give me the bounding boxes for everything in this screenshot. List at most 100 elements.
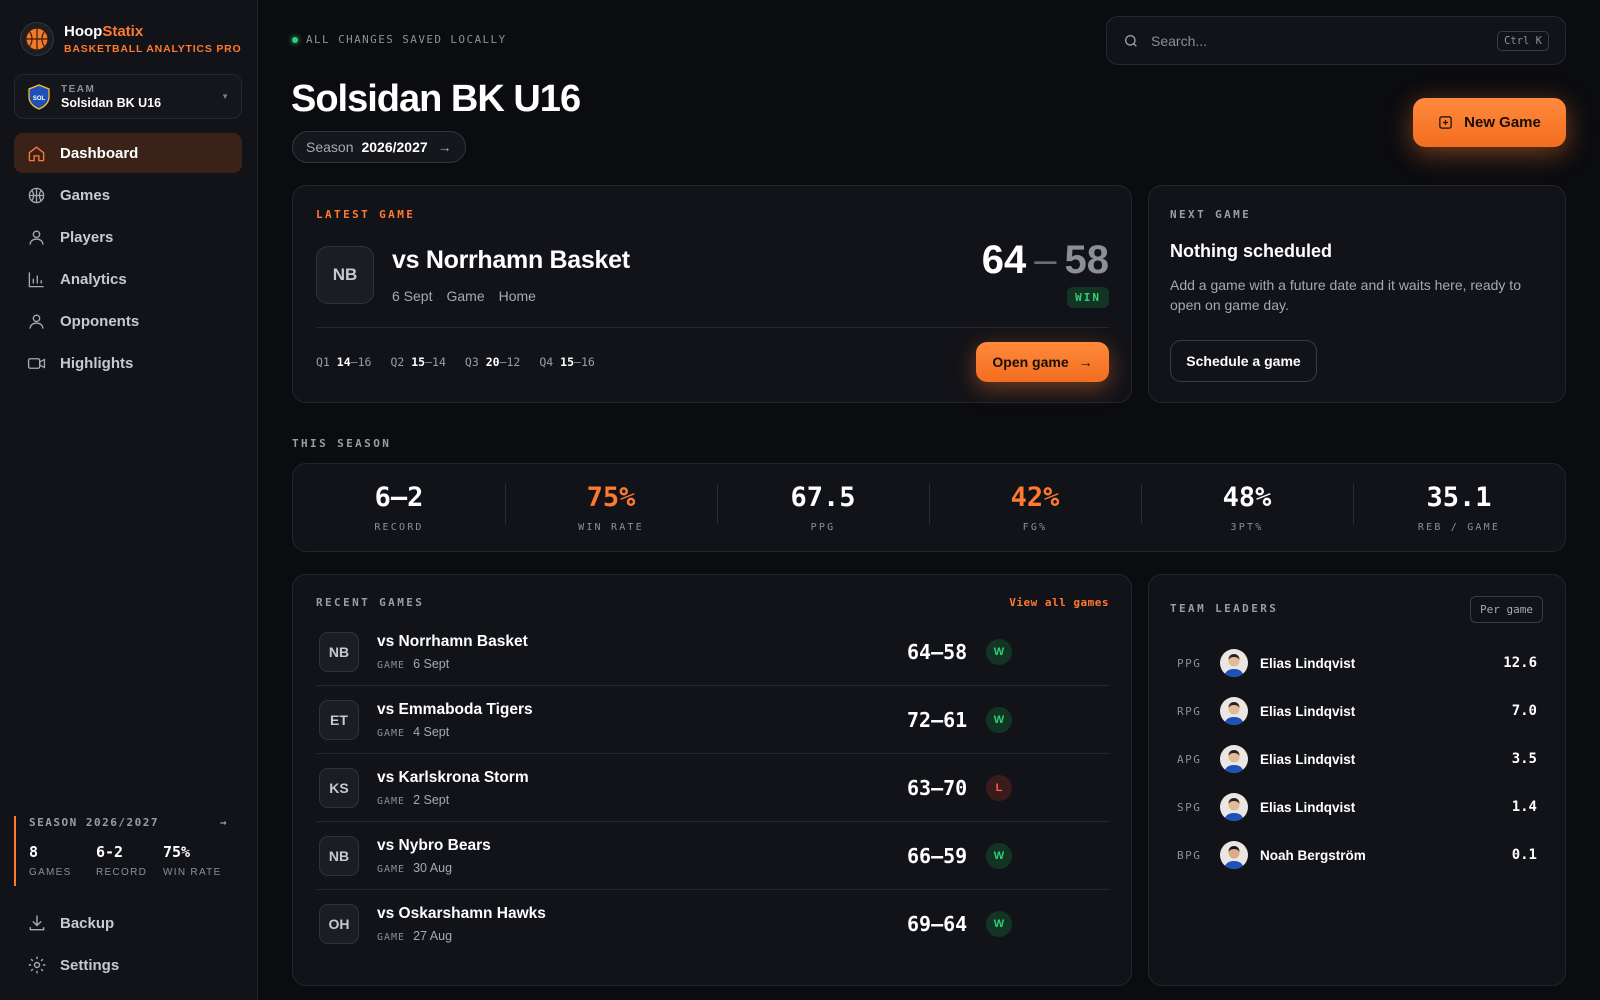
game-score: 64–58 — [907, 639, 968, 664]
leader-stat: APG — [1177, 752, 1202, 766]
leader-row[interactable]: APG Elias Lindqvist 3.5 — [1170, 735, 1543, 783]
team-label: TEAM — [61, 83, 96, 95]
search-bar[interactable]: Ctrl K — [1106, 16, 1566, 65]
status-dot-icon — [292, 36, 298, 43]
nav-item-players[interactable]: Players — [14, 217, 242, 257]
player-avatar — [1220, 649, 1248, 677]
nav-item-highlights[interactable]: Highlights — [14, 343, 242, 383]
nav-item-dashboard[interactable]: Dashboard — [14, 133, 242, 173]
game-meta: GAME 27 Aug — [377, 929, 453, 943]
stat-3pt-pct: 48% 3PT% — [1141, 482, 1353, 533]
game-meta: GAME 6 Sept — [377, 656, 450, 671]
game-opponent: vs Karlskrona Storm — [377, 768, 529, 786]
team-name: Solsidan BK U16 — [61, 95, 162, 110]
team-selector[interactable]: SOL TEAM Solsidan BK U16 ▼ — [14, 74, 242, 119]
leader-row[interactable]: PPG Elias Lindqvist 12.6 — [1170, 639, 1543, 687]
user-icon — [29, 229, 44, 245]
nav-label: Games — [60, 186, 111, 204]
search-input[interactable] — [1151, 32, 1498, 49]
per-game-toggle[interactable]: Per game — [1470, 596, 1543, 623]
next-game-eyebrow: NEXT GAME — [1170, 208, 1252, 221]
nav-label: Dashboard — [60, 144, 139, 162]
latest-game-score: 64 – 58 — [981, 238, 1109, 282]
bar-chart-icon — [28, 271, 44, 287]
chevron-down-icon: ▼ — [221, 92, 229, 101]
game-opponent: vs Oskarshamn Hawks — [377, 905, 546, 922]
next-game-title: Nothing scheduled — [1170, 241, 1332, 261]
nav-label: Highlights — [60, 354, 134, 372]
quarter-score: Q2 15–14 — [390, 355, 446, 369]
divider — [316, 327, 1109, 328]
sidebar-season-card[interactable]: SEASON 2026/2027 → 8 GAMES 6-2 RECORD 75… — [14, 816, 242, 886]
download-icon — [29, 915, 45, 931]
leader-stat: RPG — [1177, 704, 1202, 718]
next-game-description: Add a game with a future date and it wai… — [1170, 277, 1521, 313]
new-game-button[interactable]: New Game — [1413, 98, 1566, 147]
player-avatar — [1220, 793, 1248, 821]
latest-game-card: LATEST GAME NB vs Norrhamn Basket 6 Sept… — [292, 185, 1132, 403]
latest-game-eyebrow: LATEST GAME — [316, 208, 416, 221]
game-row[interactable]: ET vs Emmaboda Tigers GAME 4 Sept 72–61 W — [316, 686, 1109, 754]
sidebar: HoopStatix BASKETBALL ANALYTICS PRO SOL … — [0, 0, 258, 1000]
backup-button[interactable]: Backup — [27, 913, 114, 933]
opponent-avatar: KS — [319, 767, 359, 808]
save-status: ALL CHANGES SAVED LOCALLY — [292, 33, 507, 46]
game-row[interactable]: OH vs Oskarshamn Hawks GAME 27 Aug 69–64 W — [316, 890, 1109, 958]
player-name: Elias Lindqvist — [1260, 703, 1356, 719]
recent-games-list: NB vs Norrhamn Basket GAME 6 Sept 64–58 W … — [316, 618, 1109, 958]
result-badge: W — [986, 842, 1012, 869]
stat-reb-per-game: 35.1 REB / GAME — [1353, 482, 1565, 533]
nav-item-analytics[interactable]: Analytics — [14, 259, 242, 299]
user-icon — [29, 313, 44, 329]
view-all-games-link[interactable]: View all games — [1009, 596, 1109, 609]
nav-item-opponents[interactable]: Opponents — [14, 301, 242, 341]
schedule-game-button[interactable]: Schedule a game — [1170, 340, 1317, 382]
nav-label: Players — [60, 228, 114, 246]
leader-row[interactable]: SPG Elias Lindqvist 1.4 — [1170, 783, 1543, 831]
result-badge: W — [986, 911, 1012, 937]
opponent-avatar: ET — [319, 699, 359, 740]
opponent-avatar: NB — [319, 835, 359, 876]
settings-button[interactable]: Settings — [27, 955, 119, 975]
game-opponent: vs Nybro Bears — [377, 836, 491, 854]
page-title: Solsidan BK U16 — [291, 78, 581, 120]
this-season-label: THIS SEASON — [292, 437, 392, 450]
season-stat-games: 8 GAMES — [29, 843, 72, 878]
arrow-right-icon: → — [219, 816, 228, 829]
game-row[interactable]: NB vs Norrhamn Basket GAME 6 Sept 64–58 W — [316, 618, 1109, 686]
player-avatar — [1220, 697, 1248, 725]
game-meta: GAME 30 Aug — [377, 860, 453, 875]
team-shield-icon: SOL — [28, 83, 50, 110]
nav-label: Analytics — [60, 270, 127, 288]
result-badge: L — [986, 774, 1012, 801]
leader-row[interactable]: RPG Elias Lindqvist 7.0 — [1170, 687, 1543, 735]
brand-subtitle: BASKETBALL ANALYTICS PRO — [64, 43, 242, 55]
basketball-icon — [28, 187, 45, 203]
game-meta: GAME 2 Sept — [377, 792, 450, 807]
season-selector[interactable]: Season 2026/2027 → — [292, 131, 466, 163]
quarter-scores: Q1 14–16 Q2 15–14 Q3 20–12 Q4 15–16 — [316, 355, 595, 369]
game-score: 69–64 — [907, 912, 968, 936]
leader-stat: PPG — [1177, 656, 1202, 670]
gear-icon — [28, 956, 46, 974]
stat-win-rate: 75% WIN RATE — [505, 482, 717, 533]
leader-value: 0.1 — [1511, 847, 1537, 863]
leader-row[interactable]: BPG Noah Bergström 0.1 — [1170, 831, 1543, 879]
leader-value: 12.6 — [1503, 655, 1537, 671]
opponent-avatar: OH — [319, 904, 359, 944]
brand[interactable]: HoopStatix BASKETBALL ANALYTICS PRO — [20, 22, 242, 56]
leader-value: 3.5 — [1511, 751, 1537, 767]
game-meta: GAME 4 Sept — [377, 724, 450, 739]
game-row[interactable]: NB vs Nybro Bears GAME 30 Aug 66–59 W — [316, 822, 1109, 890]
video-icon — [27, 357, 46, 369]
quarter-score: Q3 20–12 — [464, 355, 521, 369]
main-nav: Dashboard Games Players Analytics Oppone… — [14, 133, 242, 385]
game-row[interactable]: KS vs Karlskrona Storm GAME 2 Sept 63–70 L — [316, 754, 1109, 822]
open-game-button[interactable]: Open game → — [976, 342, 1109, 382]
game-score: 72–61 — [907, 707, 968, 732]
arrow-right-icon: → — [1078, 354, 1093, 370]
result-badge: WIN — [1067, 287, 1109, 308]
stat-ppg: 67.5 PPG — [717, 482, 929, 533]
svg-text:SOL: SOL — [33, 96, 46, 102]
nav-item-games[interactable]: Games — [14, 175, 242, 215]
